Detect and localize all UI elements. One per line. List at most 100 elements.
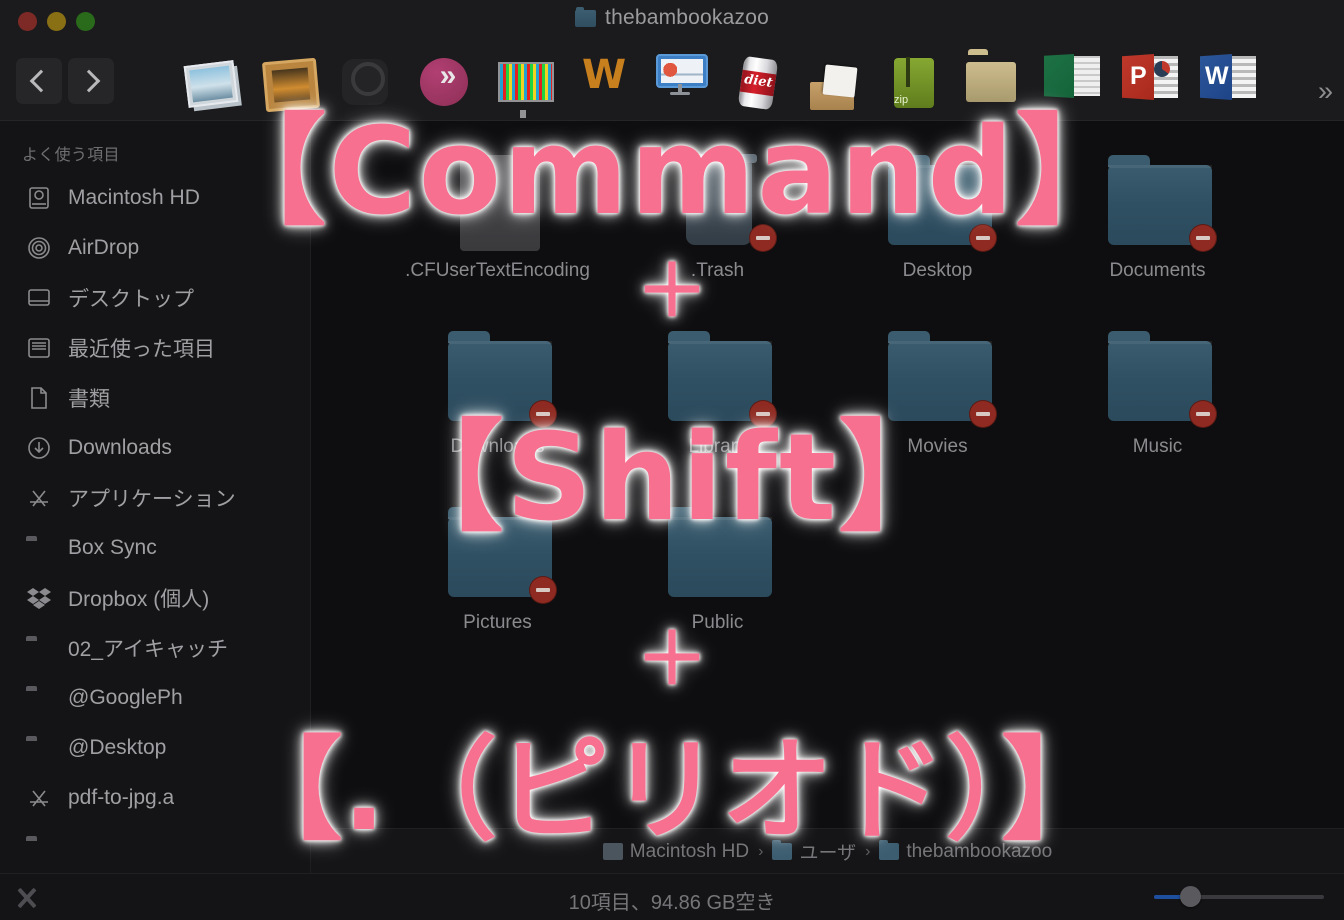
sidebar-item-desktop[interactable]: デスクトップ bbox=[0, 273, 310, 323]
forward-button[interactable] bbox=[68, 58, 114, 104]
breadcrumb-separator: › bbox=[865, 842, 871, 860]
file-item[interactable]: Music bbox=[1048, 323, 1268, 459]
file-label: .Trash bbox=[690, 260, 745, 281]
traffic-lights bbox=[18, 12, 95, 31]
breadcrumb-item-home[interactable]: thebambookazoo bbox=[879, 840, 1053, 863]
word-document-icon[interactable] bbox=[1200, 54, 1256, 110]
breadcrumb: Macintosh HD › ユーザ › thebambookazoo bbox=[311, 828, 1344, 874]
color-monitor-icon[interactable] bbox=[498, 54, 554, 110]
folder-icon bbox=[879, 840, 900, 860]
breadcrumb-item-macintosh-hd[interactable]: Macintosh HD bbox=[602, 841, 749, 863]
file-item[interactable]: .Trash bbox=[608, 147, 828, 283]
zip-utility-icon[interactable]: zip bbox=[888, 54, 944, 110]
navigation-buttons bbox=[16, 58, 114, 104]
recents-icon bbox=[26, 335, 52, 361]
sidebar-item-applications[interactable]: アプリケーション bbox=[0, 473, 310, 523]
file-item[interactable]: Downloads bbox=[388, 323, 608, 459]
locked-badge-icon bbox=[529, 577, 556, 603]
folder-icon bbox=[26, 635, 52, 661]
folder-icon bbox=[1098, 323, 1218, 427]
sidebar-item-documents[interactable]: 書類 bbox=[0, 373, 310, 423]
sidebar-item-label: Macintosh HD bbox=[68, 186, 200, 209]
excel-document-icon[interactable] bbox=[1044, 54, 1100, 110]
file-item[interactable]: Library bbox=[608, 323, 828, 459]
locked-badge-icon bbox=[969, 225, 996, 251]
chevron-right-icon bbox=[77, 69, 101, 93]
folder-icon bbox=[772, 840, 793, 860]
sidebar-item-label: @GooglePh bbox=[68, 686, 183, 709]
sidebar-item-box-sync[interactable]: Box Sync bbox=[0, 523, 310, 573]
sidebar-item-label: 02_アイキャッチ bbox=[68, 638, 228, 661]
applications-icon bbox=[26, 785, 52, 811]
folder-icon bbox=[26, 535, 52, 561]
icon-size-slider[interactable] bbox=[1154, 886, 1324, 907]
breadcrumb-separator: › bbox=[758, 842, 764, 860]
sidebar: よく使う項目 Macintosh HD AirDrop デスクトップ 最近使った… bbox=[0, 121, 311, 873]
toolbar-overflow-button[interactable]: » bbox=[1318, 76, 1333, 107]
sidebar-item-02-eyecatch[interactable]: 02_アイキャッチ bbox=[0, 623, 310, 673]
folder-icon bbox=[1098, 147, 1218, 251]
minimize-button[interactable] bbox=[47, 12, 66, 31]
status-text: 10項目、94.86 GB空き bbox=[568, 892, 776, 914]
sidebar-item-dropbox[interactable]: Dropbox (個人) bbox=[0, 573, 310, 623]
breadcrumb-item-users[interactable]: ユーザ bbox=[772, 838, 856, 865]
sidebar-item-downloads[interactable]: Downloads bbox=[0, 423, 310, 473]
sidebar-item-label: pdf-to-jpg.a bbox=[68, 786, 175, 809]
breadcrumb-label: thebambookazoo bbox=[906, 840, 1053, 862]
framed-photo-icon[interactable] bbox=[261, 54, 321, 113]
sidebar-item-label: 書類 bbox=[68, 388, 110, 411]
file-label: Music bbox=[1132, 436, 1183, 457]
folder-icon bbox=[658, 499, 778, 603]
sendy-app-icon[interactable] bbox=[420, 54, 476, 110]
jpegmini-can-icon[interactable] bbox=[732, 54, 788, 111]
sidebar-item-label: Box Sync bbox=[68, 536, 157, 559]
file-item[interactable]: .CFUserTextEncoding bbox=[388, 147, 608, 283]
sidebar-item-airdrop[interactable]: AirDrop bbox=[0, 223, 310, 273]
tan-folder-icon[interactable] bbox=[966, 54, 1022, 110]
sidebar-item-pdf-to-jpg[interactable]: pdf-to-jpg.a bbox=[0, 773, 310, 823]
folder-icon bbox=[575, 6, 597, 27]
file-grid: .CFUserTextEncoding .Trash Desktop Docum… bbox=[311, 147, 1344, 635]
keynote-app-icon[interactable] bbox=[654, 54, 710, 110]
wondershare-app-icon[interactable] bbox=[576, 54, 632, 110]
status-bar: 10項目、94.86 GB空き bbox=[0, 873, 1344, 920]
sidebar-item-googlephoto[interactable]: @GooglePh bbox=[0, 673, 310, 723]
sidebar-item-label: Dropbox (個人) bbox=[68, 588, 210, 611]
photos-stack-icon[interactable] bbox=[183, 54, 242, 110]
sidebar-item-recents[interactable]: 最近使った項目 bbox=[0, 323, 310, 373]
file-label: Movies bbox=[907, 436, 968, 457]
file-item[interactable]: Movies bbox=[828, 323, 1048, 459]
powerpoint-document-icon[interactable] bbox=[1122, 54, 1178, 110]
file-label: Documents bbox=[1109, 260, 1206, 281]
breadcrumb-label: ユーザ bbox=[799, 843, 857, 864]
sidebar-item-desktop-alias[interactable]: @Desktop bbox=[0, 723, 310, 773]
unarchiver-icon[interactable] bbox=[810, 54, 866, 110]
file-item[interactable]: Documents bbox=[1048, 147, 1268, 283]
ring-app-icon[interactable] bbox=[342, 54, 398, 110]
file-item[interactable]: Desktop bbox=[828, 147, 1048, 283]
finder-window: thebambookazoo zip bbox=[0, 0, 1344, 920]
zoom-button[interactable] bbox=[76, 12, 95, 31]
slider-knob[interactable] bbox=[1180, 886, 1201, 907]
harddisk-icon bbox=[602, 843, 623, 860]
folder-icon bbox=[26, 735, 52, 761]
dropbox-icon bbox=[26, 585, 52, 611]
file-label: .CFUserTextEncoding bbox=[405, 260, 590, 281]
desktop-icon bbox=[26, 285, 52, 311]
file-label: Public bbox=[691, 612, 744, 633]
sidebar-item-partial[interactable] bbox=[0, 823, 310, 873]
sidebar-item-macintosh-hd[interactable]: Macintosh HD bbox=[0, 173, 310, 223]
airdrop-icon bbox=[26, 235, 52, 261]
file-label: Library bbox=[688, 436, 747, 457]
file-item[interactable]: Pictures bbox=[388, 499, 608, 635]
applications-icon bbox=[26, 485, 52, 511]
sidebar-item-label: アプリケーション bbox=[68, 488, 236, 511]
folder-icon bbox=[26, 835, 52, 861]
locked-badge-icon bbox=[749, 401, 776, 427]
file-item[interactable]: Public bbox=[608, 499, 828, 635]
window-title: thebambookazoo bbox=[605, 6, 769, 29]
folder-icon bbox=[658, 323, 778, 427]
sidebar-item-label: 最近使った項目 bbox=[68, 338, 215, 361]
close-button[interactable] bbox=[18, 12, 37, 31]
back-button[interactable] bbox=[16, 58, 62, 104]
